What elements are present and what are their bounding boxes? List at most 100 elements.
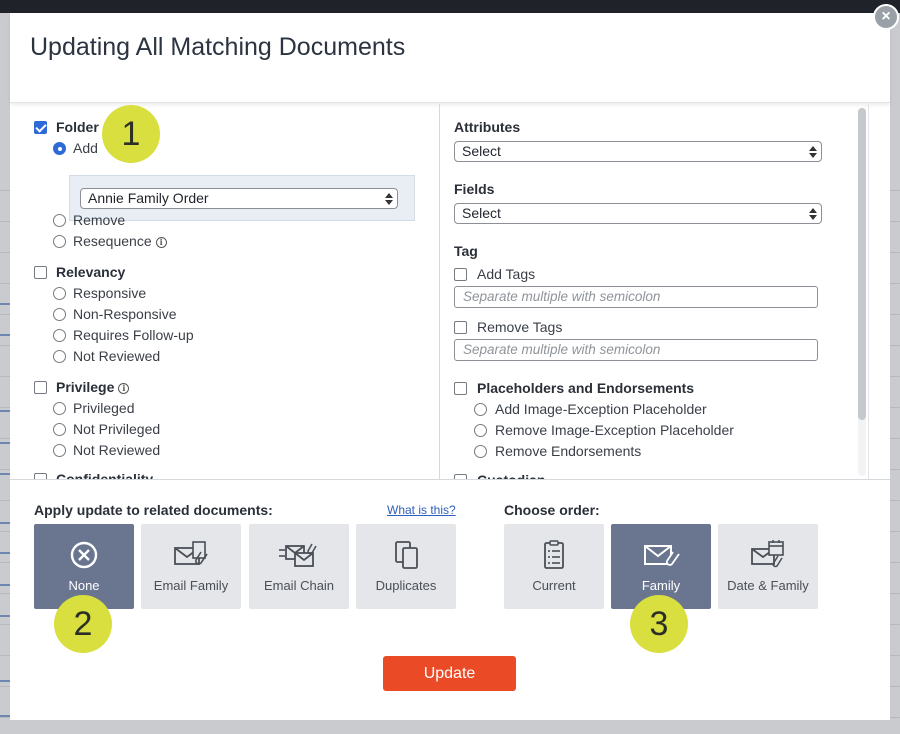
resequence-text: Resequence (73, 233, 152, 249)
email-family-icon (174, 541, 208, 565)
placeholders-label: Placeholders and Endorsements (477, 380, 695, 396)
add-tags-label: Add Tags (477, 266, 536, 282)
close-icon: × (881, 8, 891, 25)
background-link (0, 584, 10, 586)
background-link (0, 680, 10, 682)
clipboard-list-icon (544, 540, 564, 569)
scrollbar-thumb[interactable] (858, 108, 866, 420)
privilege-label: Privilege i (56, 379, 130, 395)
add-placeholder-radio[interactable] (474, 403, 487, 416)
email-family-icon (644, 545, 680, 566)
tag-label: Tag (454, 243, 478, 259)
folder-resequence-label: Resequence i (73, 233, 167, 249)
privilege-not-reviewed-radio[interactable] (53, 444, 66, 457)
privilege-privileged-radio[interactable] (53, 402, 66, 415)
scroll-divider (868, 104, 869, 480)
duplicates-icon (395, 541, 418, 569)
privilege-option-label: Not Privileged (73, 421, 161, 437)
relevancy-responsive-radio[interactable] (53, 287, 66, 300)
close-button[interactable]: × (873, 4, 899, 30)
relevancy-non-responsive-radio[interactable] (53, 308, 66, 321)
scrollbar[interactable] (858, 108, 866, 476)
add-tags-input[interactable]: Separate multiple with semicolon (454, 286, 818, 308)
attributes-label: Attributes (454, 119, 521, 135)
folder-remove-label: Remove (73, 212, 126, 228)
privilege-text: Privilege (56, 379, 115, 395)
remove-tags-checkbox[interactable] (454, 321, 467, 334)
fields-select[interactable]: Select (454, 203, 822, 224)
folder-label: Folder (56, 119, 99, 135)
related-duplicates-label: Duplicates (375, 578, 437, 593)
folder-add-radio[interactable] (53, 142, 66, 155)
remove-tags-placeholder: Separate multiple with semicolon (463, 342, 661, 357)
background-link (0, 442, 10, 444)
choose-order-label: Choose order: (504, 502, 600, 518)
fields-label: Fields (454, 181, 495, 197)
remove-placeholder-radio[interactable] (474, 424, 487, 437)
related-email-chain-button[interactable]: Email Chain (249, 524, 349, 609)
relevancy-follow-up-radio[interactable] (53, 329, 66, 342)
background-link (0, 615, 10, 617)
order-date-family-button[interactable]: Date & Family (718, 524, 818, 609)
placeholder-option-label: Remove Endorsements (495, 443, 642, 459)
email-chain-icon (279, 543, 317, 567)
privilege-checkbox[interactable] (34, 381, 47, 394)
folder-resequence-radio[interactable] (53, 235, 66, 248)
add-tags-checkbox[interactable] (454, 268, 467, 281)
relevancy-checkbox[interactable] (34, 266, 47, 279)
email-calendar-icon (751, 540, 784, 568)
order-family-label: Family (641, 578, 681, 593)
related-email-family-label: Email Family (153, 578, 229, 593)
callout-marker-2: 2 (54, 595, 112, 653)
folder-remove-radio[interactable] (53, 214, 66, 227)
folder-checkbox[interactable] (34, 121, 47, 134)
relevancy-option-label: Requires Follow-up (73, 327, 194, 343)
remove-endorsements-radio[interactable] (474, 445, 487, 458)
remove-tags-input[interactable]: Separate multiple with semicolon (454, 339, 818, 361)
background-link (0, 303, 10, 305)
related-email-chain-label: Email Chain (263, 578, 335, 593)
relevancy-option-label: Not Reviewed (73, 348, 161, 364)
background-links (0, 160, 10, 734)
folder-add-label: Add (73, 140, 98, 156)
related-duplicates-button[interactable]: Duplicates (356, 524, 456, 609)
placeholder-option-label: Remove Image-Exception Placeholder (495, 422, 734, 438)
folder-select-value: Annie Family Order (88, 190, 209, 206)
select-arrows-icon (809, 144, 817, 159)
background-link (0, 552, 10, 554)
privilege-not-privileged-radio[interactable] (53, 423, 66, 436)
background-link (0, 715, 10, 717)
dialog-footer: Apply update to related documents: What … (10, 479, 890, 720)
related-documents-label: Apply update to related documents: (34, 502, 273, 518)
order-current-button[interactable]: Current (504, 524, 604, 609)
privilege-option-label: Not Reviewed (73, 442, 161, 458)
related-none-label: None (68, 578, 100, 593)
callout-marker-3: 3 (630, 595, 688, 653)
callout-marker-1: 1 (102, 105, 160, 163)
relevancy-option-label: Responsive (73, 285, 147, 301)
folder-select[interactable]: Annie Family Order (80, 188, 398, 209)
what-is-this-link[interactable]: What is this? (387, 503, 456, 517)
placeholders-checkbox[interactable] (454, 382, 467, 395)
update-button[interactable]: Update (383, 656, 516, 691)
right-column: Attributes Select Fields Select Tag Add … (440, 104, 870, 480)
relevancy-option-label: Non-Responsive (73, 306, 177, 322)
attributes-select-value: Select (462, 143, 501, 159)
background-link (0, 410, 10, 412)
info-icon[interactable]: i (155, 237, 167, 248)
privilege-option-label: Privileged (73, 400, 135, 416)
info-icon[interactable]: i (118, 383, 130, 394)
relevancy-label: Relevancy (56, 264, 126, 280)
dialog-header: Updating All Matching Documents (10, 13, 890, 103)
remove-tags-label: Remove Tags (477, 319, 563, 335)
background-link (0, 522, 10, 524)
fields-select-value: Select (462, 205, 501, 221)
background-link (0, 334, 10, 336)
related-email-family-button[interactable]: Email Family (141, 524, 241, 609)
order-date-family-label: Date & Family (727, 578, 809, 593)
background-link (0, 473, 10, 475)
attributes-select[interactable]: Select (454, 141, 822, 162)
placeholder-option-label: Add Image-Exception Placeholder (495, 401, 707, 417)
add-tags-placeholder: Separate multiple with semicolon (463, 289, 661, 304)
relevancy-not-reviewed-radio[interactable] (53, 350, 66, 363)
